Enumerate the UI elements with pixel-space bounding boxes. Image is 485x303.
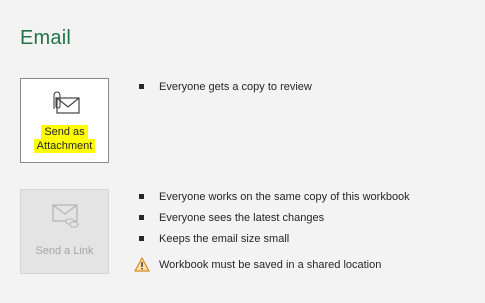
bullet-marker	[139, 236, 144, 241]
send-a-link-label: Send a Link	[35, 245, 94, 257]
envelope-paperclip-icon	[21, 91, 108, 119]
send-as-attachment-button[interactable]: Send as Attachment	[20, 78, 109, 163]
envelope-link-icon	[21, 202, 108, 230]
label-line-1: Send as	[41, 125, 88, 139]
section-title: Email	[20, 27, 72, 49]
send-as-attachment-label: Send as Attachment	[21, 125, 108, 153]
warning-icon	[134, 257, 150, 272]
warning-text: Workbook must be saved in a shared locat…	[159, 259, 382, 271]
bullet-marker	[139, 215, 144, 220]
bullet-marker	[139, 84, 144, 89]
bullet-marker	[139, 194, 144, 199]
send-a-link-button[interactable]: Send a Link	[20, 189, 109, 274]
label-line-2: Attachment	[33, 139, 96, 153]
